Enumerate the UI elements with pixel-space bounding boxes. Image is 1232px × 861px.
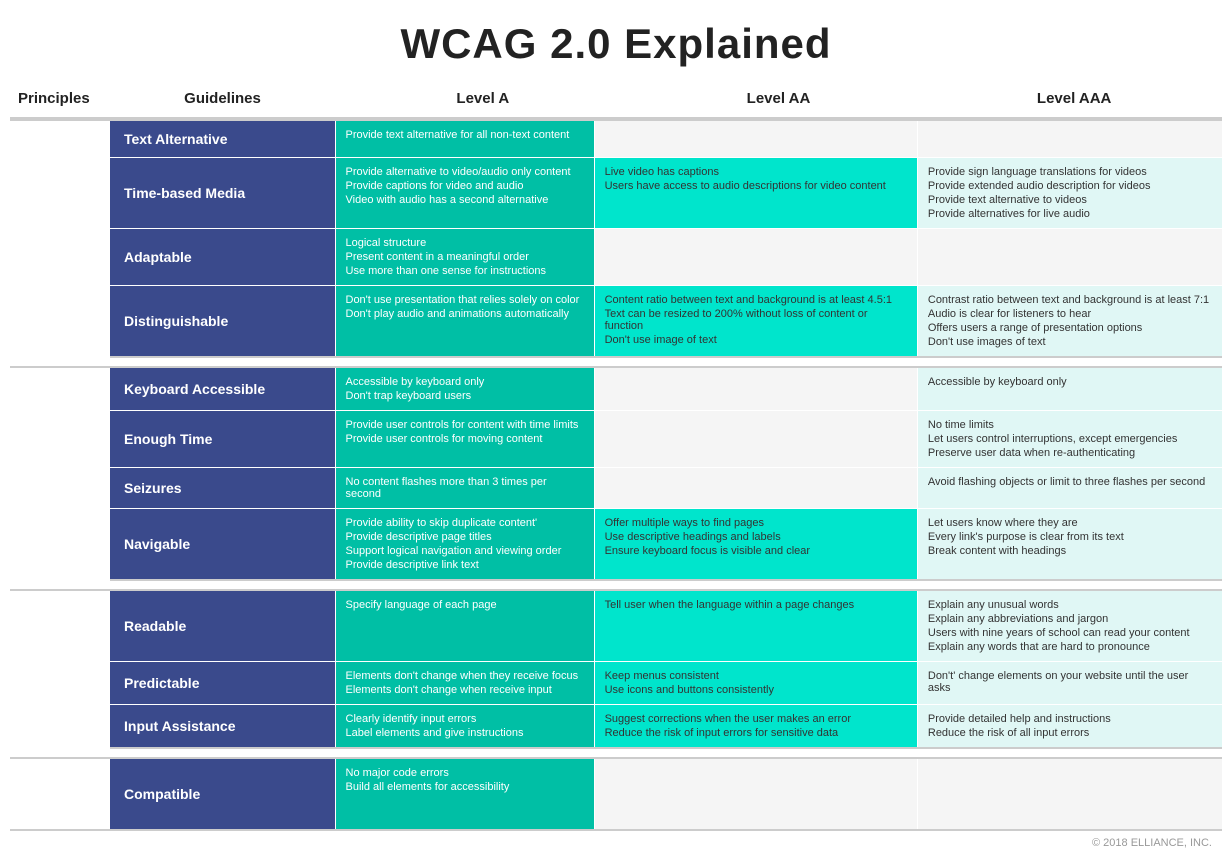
level-a-item: Build all elements for accessibility [346, 781, 584, 793]
level-aaa-item: Provide text alternative to videos [928, 194, 1212, 206]
guideline-adaptable: Adaptable [110, 229, 335, 286]
level-a-item: No major code errors [346, 767, 584, 779]
column-headers: Principles Guidelines Level A Level AA L… [10, 86, 1222, 119]
principle-operable: OPERABLE [10, 367, 110, 580]
level-aaa-item: Contrast ratio between text and backgrou… [928, 294, 1212, 306]
level-aa-item: Ensure keyboard focus is visible and cle… [605, 545, 907, 557]
level-aaa-item: Provide alternatives for live audio [928, 208, 1212, 220]
level-aaa-item: Avoid flashing objects or limit to three… [928, 476, 1212, 488]
level-aa-item: Content ratio between text and backgroun… [605, 294, 907, 306]
level-aaa-item: Every link's purpose is clear from its t… [928, 531, 1212, 543]
level-aaa-item: Provide sign language translations for v… [928, 166, 1212, 178]
level-aa-item: Offer multiple ways to find pages [605, 517, 907, 529]
level-aa-item: Keep menus consistent [605, 670, 907, 682]
section-divider [10, 748, 1222, 758]
level-aa-item: Users have access to audio descriptions … [605, 180, 907, 192]
col-level-aaa: Level AAA [926, 86, 1222, 111]
level-a-item: Elements don't change when receive input [346, 684, 584, 696]
level-a-item: Specify language of each page [346, 599, 584, 611]
level-aaa-item: Preserve user data when re-authenticatin… [928, 447, 1212, 459]
level-aaa-item: Provide extended audio description for v… [928, 180, 1212, 192]
level-a-item: Clearly identify input errors [346, 713, 584, 725]
guideline-predictable: Predictable [110, 662, 335, 705]
level-a-item: Support logical navigation and viewing o… [346, 545, 584, 557]
level-aaa-item: Let users control interruptions, except … [928, 433, 1212, 445]
guideline-navigable: Navigable [110, 509, 335, 581]
level-aaa-item: Let users know where they are [928, 517, 1212, 529]
level-a-item: Video with audio has a second alternativ… [346, 194, 584, 206]
level-aaa-item: Accessible by keyboard only [928, 376, 1212, 388]
level-aa-item: Text can be resized to 200% without loss… [605, 308, 907, 332]
principle-understandable: UNDERSTANDABLE [10, 590, 110, 748]
level-aaa-item: Don't use images of text [928, 336, 1212, 348]
page-container: WCAG 2.0 Explained Principles Guidelines… [0, 0, 1232, 861]
level-a-item: Don't trap keyboard users [346, 390, 584, 402]
level-a-item: Label elements and give instructions [346, 727, 584, 739]
level-a-item: Don't play audio and animations automati… [346, 308, 584, 320]
level-a-item: Provide user controls for moving content [346, 433, 584, 445]
level-a-item: Present content in a meaningful order [346, 251, 584, 263]
level-aaa-item: Reduce the risk of all input errors [928, 727, 1212, 739]
section-divider [10, 357, 1222, 367]
level-a-item: Use more than one sense for instructions [346, 265, 584, 277]
principle-perceivable: PERCEIVABLE [10, 120, 110, 357]
guideline-text-alternative: Text Alternative [110, 120, 335, 158]
level-a-item: Elements don't change when they receive … [346, 670, 584, 682]
level-aaa-item: No time limits [928, 419, 1212, 431]
section-divider [10, 580, 1222, 590]
level-aaa-item: Explain any words that are hard to prono… [928, 641, 1212, 653]
level-a-item: Provide user controls for content with t… [346, 419, 584, 431]
level-aa-item: Use descriptive headings and labels [605, 531, 907, 543]
level-a-item: Don't use presentation that relies solel… [346, 294, 584, 306]
page-title: WCAG 2.0 Explained [10, 20, 1222, 68]
guideline-keyboard-accessible: Keyboard Accessible [110, 367, 335, 411]
level-a-item: No content flashes more than 3 times per… [346, 476, 584, 500]
level-aaa-item: Provide detailed help and instructions [928, 713, 1212, 725]
level-aaa-item: Offers users a range of presentation opt… [928, 322, 1212, 334]
level-aa-item: Tell user when the language within a pag… [605, 599, 907, 611]
level-a-item: Provide descriptive link text [346, 559, 584, 571]
level-aaa-item: Audio is clear for listeners to hear [928, 308, 1212, 320]
level-a-item: Provide descriptive page titles [346, 531, 584, 543]
col-guidelines: Guidelines [110, 86, 335, 111]
level-aaa-item: Explain any unusual words [928, 599, 1212, 611]
guideline-compatible: Compatible [110, 758, 335, 830]
col-level-aa: Level AA [631, 86, 927, 111]
level-a-item: Provide alternative to video/audio only … [346, 166, 584, 178]
guideline-seizures: Seizures [110, 468, 335, 509]
level-aa-item: Live video has captions [605, 166, 907, 178]
level-aa-item: Use icons and buttons consistently [605, 684, 907, 696]
level-a-item: Provide captions for video and audio [346, 180, 584, 192]
level-a-item: Accessible by keyboard only [346, 376, 584, 388]
level-aa-item: Reduce the risk of input errors for sens… [605, 727, 907, 739]
level-a-item: Provide text alternative for all non-tex… [346, 129, 584, 141]
guideline-time-based-media: Time-based Media [110, 158, 335, 229]
guideline-readable: Readable [110, 590, 335, 662]
main-table: PERCEIVABLEText Alternative Provide text … [10, 119, 1222, 831]
footer: © 2018 ELLIANCE, INC. [10, 831, 1222, 851]
guideline-input-assistance: Input Assistance [110, 705, 335, 749]
level-aaa-item: Explain any abbreviations and jargon [928, 613, 1212, 625]
level-a-item: Logical structure [346, 237, 584, 249]
guideline-distinguishable: Distinguishable [110, 286, 335, 358]
col-principles: Principles [10, 86, 110, 111]
level-aa-item: Suggest corrections when the user makes … [605, 713, 907, 725]
level-aaa-item: Users with nine years of school can read… [928, 627, 1212, 639]
level-aaa-item: Don't' change elements on your website u… [928, 670, 1212, 694]
principle-robust: ROBUST [10, 758, 110, 830]
guideline-enough-time: Enough Time [110, 411, 335, 468]
level-aa-item: Don't use image of text [605, 334, 907, 346]
col-level-a: Level A [335, 86, 631, 111]
level-a-item: Provide ability to skip duplicate conten… [346, 517, 584, 529]
level-aaa-item: Break content with headings [928, 545, 1212, 557]
